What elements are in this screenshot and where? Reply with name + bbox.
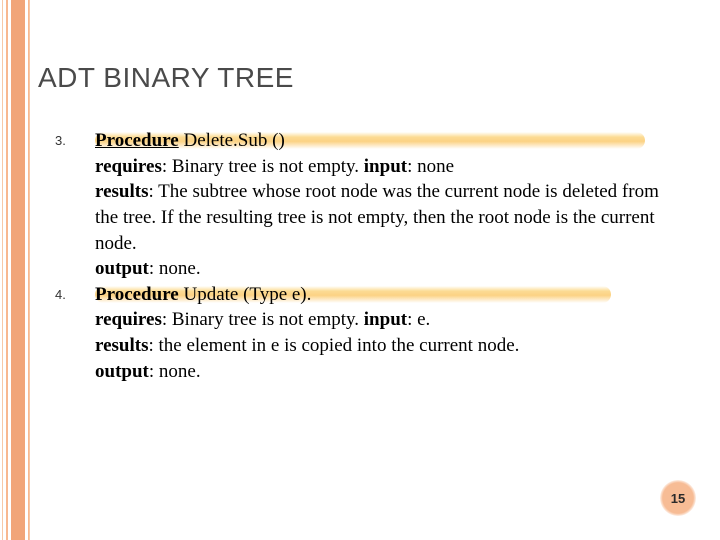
input-label: input (364, 309, 407, 330)
list-number: 4. (55, 282, 95, 302)
procedure-heading: Procedure Update (Type e). (95, 282, 311, 308)
results-text: : the element in e is copied into the cu… (148, 335, 519, 356)
list-item: 4. Procedure Update (Type e). requires: … (55, 282, 660, 385)
results-text: : The subtree whose root node was the cu… (95, 181, 659, 253)
input-text: : e. (407, 309, 430, 330)
requires-line: requires: Binary tree is not empty. inpu… (95, 154, 660, 180)
requires-label: requires (95, 156, 162, 177)
output-label: output (95, 258, 149, 279)
procedure-name: Delete.Sub () (179, 130, 285, 151)
list-item: 3. Procedure Delete.Sub () requires: Bin… (55, 128, 660, 282)
requires-text: : Binary tree is not empty. (162, 309, 364, 330)
procedure-label: Procedure (95, 284, 179, 305)
output-text: : none. (149, 361, 201, 382)
results-line: results: The subtree whose root node was… (95, 179, 660, 256)
procedure-heading: Procedure Delete.Sub () (95, 128, 285, 154)
procedure-name: Update (Type e). (179, 284, 312, 305)
content-area: 3. Procedure Delete.Sub () requires: Bin… (55, 128, 660, 384)
input-label: input (364, 156, 407, 177)
output-line: output: none. (95, 256, 660, 282)
list-body: Procedure Update (Type e). requires: Bin… (95, 282, 660, 385)
output-label: output (95, 361, 149, 382)
output-text: : none. (149, 258, 201, 279)
page-number: 15 (671, 491, 685, 506)
requires-line: requires: Binary tree is not empty. inpu… (95, 307, 660, 333)
results-label: results (95, 335, 148, 356)
input-text: : none (407, 156, 454, 177)
slide: ADT BINARY TREE 3. Procedure Delete.Sub … (0, 0, 720, 540)
procedure-label: Procedure (95, 130, 179, 151)
results-label: results (95, 181, 148, 202)
list-body: Procedure Delete.Sub () requires: Binary… (95, 128, 660, 282)
output-line: output: none. (95, 359, 660, 385)
requires-text: : Binary tree is not empty. (162, 156, 364, 177)
slide-title: ADT BINARY TREE (38, 62, 294, 94)
list-number: 3. (55, 128, 95, 148)
results-line: results: the element in e is copied into… (95, 333, 660, 359)
page-number-badge: 15 (660, 480, 696, 516)
requires-label: requires (95, 309, 162, 330)
